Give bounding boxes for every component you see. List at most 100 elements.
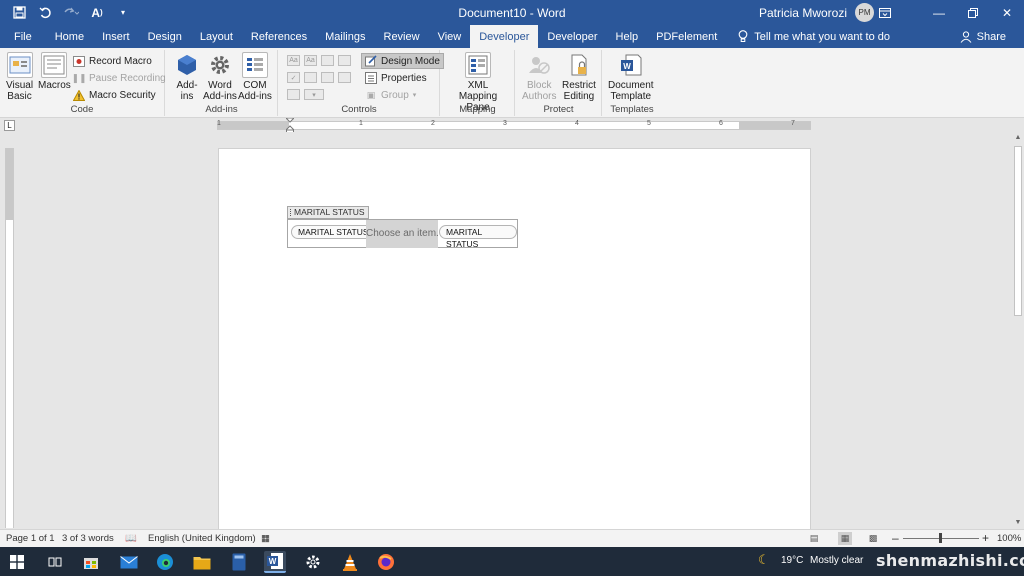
undo-icon[interactable] <box>34 2 56 24</box>
add-ins-icon <box>174 52 200 78</box>
tell-me-search[interactable]: Tell me what you want to do <box>738 25 890 48</box>
tab-references[interactable]: References <box>242 25 316 48</box>
restore-icon[interactable] <box>956 0 990 25</box>
word-taskbar-icon[interactable]: W <box>264 551 286 573</box>
tab-mailings[interactable]: Mailings <box>316 25 374 48</box>
store-icon[interactable] <box>80 551 102 573</box>
scroll-up-icon[interactable]: ▲ <box>1012 132 1024 144</box>
zoom-out-icon[interactable]: – <box>892 531 899 545</box>
restrict-editing-button[interactable]: Restrict Editing <box>562 52 596 102</box>
word-add-ins-button[interactable]: Word Add-ins <box>203 52 237 102</box>
vlc-icon[interactable] <box>339 551 361 573</box>
mail-icon[interactable] <box>118 551 140 573</box>
record-macro-icon <box>73 55 85 67</box>
title-bar: A) ▾ Document10 - Word Patricia Mworozi … <box>0 0 1024 25</box>
combo-box-control-icon[interactable] <box>304 72 317 83</box>
group-controls: Aa Aa ✓ ▾ Design Mode Properties ▣ Group <box>279 50 444 116</box>
pause-recording-button[interactable]: ❚❚ Pause Recording <box>71 72 165 84</box>
date-picker-control-icon[interactable] <box>338 72 351 83</box>
tab-help[interactable]: Help <box>607 25 648 48</box>
minimize-icon[interactable]: — <box>922 0 956 25</box>
calculator-app-icon[interactable] <box>228 551 250 573</box>
macros-button[interactable]: Macros <box>38 52 71 91</box>
file-explorer-icon[interactable] <box>191 551 213 573</box>
tab-developer[interactable]: Developer <box>538 25 606 48</box>
rich-text-control-icon[interactable]: Aa <box>287 55 300 66</box>
tab-file[interactable]: File <box>0 25 46 48</box>
tab-pdfelement[interactable]: PDFelement <box>647 25 726 48</box>
customize-qat-icon[interactable]: ▾ <box>112 2 134 24</box>
tab-view[interactable]: View <box>429 25 471 48</box>
page-count[interactable]: Page 1 of 1 <box>6 533 55 544</box>
record-macro-button[interactable]: Record Macro <box>73 55 152 67</box>
save-icon[interactable] <box>8 2 30 24</box>
content-control-tag[interactable]: MARITAL STATUS <box>287 206 369 219</box>
read-aloud-icon[interactable]: A) <box>86 2 108 24</box>
properties-button[interactable]: Properties <box>365 72 427 84</box>
firefox-icon[interactable] <box>375 551 397 573</box>
legacy-tools-icon[interactable]: ▾ <box>304 89 324 100</box>
tab-design[interactable]: Design <box>139 25 191 48</box>
zoom-level[interactable]: 100% <box>997 533 1021 544</box>
language[interactable]: English (United Kingdom) <box>148 533 256 544</box>
document-template-button[interactable]: W Document Template <box>608 52 654 102</box>
word-count[interactable]: 3 of 3 words <box>62 533 114 544</box>
zoom-in-icon[interactable]: + <box>982 531 989 545</box>
proofing-icon[interactable]: 📖 <box>125 533 137 544</box>
com-add-ins-button[interactable]: COM Add-ins <box>238 52 272 102</box>
scroll-thumb[interactable] <box>1014 146 1022 316</box>
user-name: Patricia Mworozi <box>758 5 847 20</box>
tab-insert[interactable]: Insert <box>93 25 139 48</box>
weather-description[interactable]: Mostly clear <box>810 555 863 566</box>
block-authors-button[interactable]: Block Authors <box>522 52 556 102</box>
account-area[interactable]: Patricia Mworozi PM <box>759 3 874 22</box>
vertical-scrollbar[interactable]: ▲ ▼ <box>1012 132 1024 529</box>
group-button[interactable]: ▣ Group ▾ <box>365 89 417 101</box>
ruler-number: 1 <box>359 120 363 127</box>
plain-text-control-icon[interactable]: Aa <box>304 55 317 66</box>
group-controls-label: Controls <box>341 104 377 115</box>
windows-taskbar: W ☾ 19°C Mostly clear <box>0 547 1024 576</box>
add-ins-button[interactable]: Add- ins <box>174 52 200 102</box>
right-margin-area <box>739 122 811 129</box>
horizontal-ruler[interactable]: 1 1 2 3 4 5 6 7 <box>217 120 811 130</box>
zoom-slider-handle[interactable] <box>939 533 942 543</box>
design-mode-button[interactable]: Design Mode <box>361 53 444 69</box>
accessibility-icon[interactable]: ▦ <box>261 533 270 544</box>
picture-control-icon[interactable] <box>321 55 334 66</box>
macro-security-label: Macro Security <box>89 89 156 101</box>
tab-review[interactable]: Review <box>375 25 429 48</box>
dropdown-list-control-icon[interactable] <box>321 72 334 83</box>
dropdown-content-control[interactable]: MARITAL STATUS Choose an item. MARITAL S… <box>287 219 518 249</box>
ruler-number: 7 <box>791 120 795 127</box>
share-button[interactable]: Share <box>960 25 1006 48</box>
macro-security-button[interactable]: Macro Security <box>73 89 156 101</box>
read-mode-icon[interactable]: ▤ <box>807 532 821 545</box>
task-view-icon[interactable] <box>44 551 66 573</box>
windows-start-icon[interactable] <box>6 551 28 573</box>
weather-icon[interactable]: ☾ <box>758 552 770 568</box>
tab-selector[interactable]: L <box>4 120 15 131</box>
tab-home[interactable]: Home <box>46 25 93 48</box>
dropdown-placeholder[interactable]: Choose an item. <box>366 220 438 248</box>
ribbon-display-options-icon[interactable] <box>868 0 902 25</box>
tab-layout[interactable]: Layout <box>191 25 242 48</box>
building-block-control-icon[interactable] <box>338 55 351 66</box>
repeating-section-control-icon[interactable] <box>287 89 300 100</box>
print-layout-icon[interactable]: ▦ <box>838 532 852 545</box>
tab-developer-active[interactable]: Developer <box>470 25 539 48</box>
group-addins: Add- ins Word Add-ins COM Add-ins Add-in… <box>166 50 278 116</box>
close-icon[interactable]: ✕ <box>990 0 1024 25</box>
weather-temperature[interactable]: 19°C <box>781 555 803 566</box>
visual-basic-label-1: Visual <box>6 80 34 91</box>
edge-icon[interactable] <box>154 551 176 573</box>
visual-basic-button[interactable]: Visual Basic <box>6 52 33 102</box>
web-layout-icon[interactable]: ▩ <box>866 532 880 545</box>
vertical-ruler[interactable] <box>5 148 14 528</box>
xml-mapping-label-1: XML Mapping <box>458 80 498 102</box>
scroll-down-icon[interactable]: ▼ <box>1012 517 1024 529</box>
redo-icon[interactable] <box>60 2 82 24</box>
checkbox-control-icon[interactable]: ✓ <box>287 72 300 83</box>
add-ins-label-2: ins <box>180 91 194 102</box>
settings-gear-icon[interactable] <box>302 551 324 573</box>
